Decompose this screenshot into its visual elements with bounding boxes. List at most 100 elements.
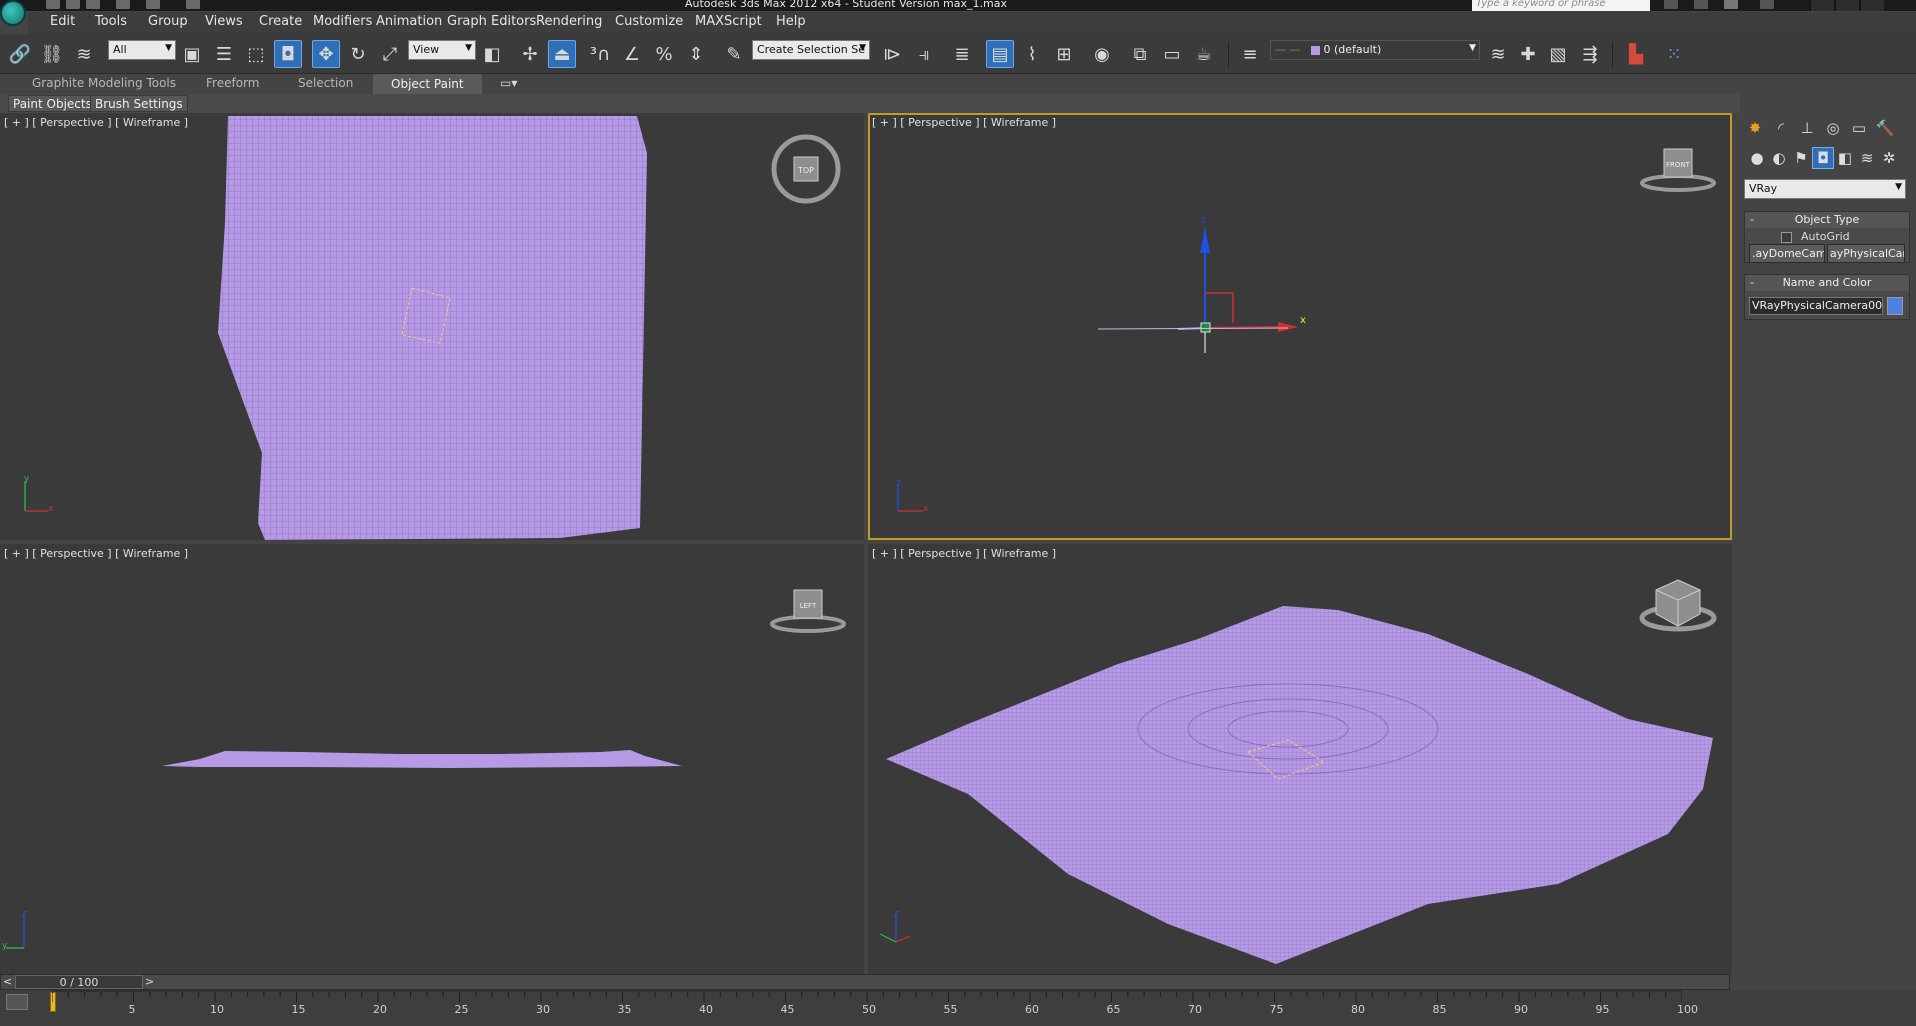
angle-snap-icon[interactable]: ∠ — [618, 40, 646, 68]
space-warps-icon[interactable]: ≋ — [1856, 147, 1878, 169]
create-layer-icon[interactable]: ✚ — [1514, 40, 1542, 68]
shapes-icon[interactable]: ◐ — [1768, 147, 1790, 169]
edit-named-selection-icon[interactable]: ✎ — [720, 40, 748, 68]
brush-settings-panel[interactable]: Brush Settings — [90, 95, 188, 112]
application-button-icon[interactable] — [0, 0, 26, 26]
percent-snap-icon[interactable]: % — [650, 40, 678, 68]
time-slider-prev-icon[interactable]: < — [3, 975, 12, 988]
new-file-icon[interactable] — [46, 0, 60, 9]
star-icon[interactable] — [1724, 0, 1738, 9]
window-crossing-icon[interactable]: ◘ — [274, 40, 302, 68]
viewport-top[interactable]: [ + ] [ Perspective ] [ Wireframe ] y x … — [0, 113, 864, 540]
helpers-icon[interactable]: ◧ — [1834, 147, 1856, 169]
selection-filter-dropdown[interactable]: All ▼ — [108, 40, 176, 60]
layer-dropdown[interactable]: — — 0 (default) ▼ — [1270, 40, 1480, 60]
menu-edit[interactable]: Edit — [50, 14, 75, 29]
set-current-layer-icon[interactable]: ⇶ — [1576, 40, 1604, 68]
viewcube-home-icon[interactable] — [1638, 574, 1718, 634]
select-by-name-icon[interactable]: ☰ — [210, 40, 238, 68]
systems-icon[interactable]: ✲ — [1878, 147, 1900, 169]
geometry-icon[interactable]: ● — [1746, 147, 1768, 169]
undo-icon[interactable] — [116, 0, 130, 9]
hierarchy-tab-icon[interactable]: ⊥ — [1796, 117, 1818, 139]
snaps-toggle-icon[interactable]: ³∩ — [586, 40, 614, 68]
rendered-frame-window-icon[interactable]: ▭ — [1158, 40, 1186, 68]
help-icon[interactable] — [1760, 0, 1774, 9]
communication-icon[interactable] — [1694, 0, 1708, 9]
align-icon[interactable]: ⫣ — [910, 40, 938, 68]
viewcube-left-icon[interactable]: LEFT — [768, 584, 848, 636]
binoculars-icon[interactable] — [1664, 0, 1678, 9]
vray-dome-camera-button[interactable]: .ayDomeCame — [1749, 244, 1825, 263]
time-slider[interactable]: < 0 / 100 > — [0, 974, 1730, 990]
material-editor-icon[interactable]: ◉ — [1088, 40, 1116, 68]
select-and-manipulate-icon[interactable]: ✢ — [516, 40, 544, 68]
track-bar[interactable]: 5 10 15 20 25 30 35 40 45 50 55 60 65 70 75 80 85 90 95 100 — [0, 990, 1916, 1026]
menu-maxscript[interactable]: MAXScript — [695, 14, 762, 29]
menu-graph-editors[interactable]: Graph Editors — [447, 14, 536, 29]
menu-animation[interactable]: Animation — [376, 14, 442, 29]
category-dropdown[interactable]: VRay ▼ — [1744, 179, 1906, 199]
named-selection-dropdown[interactable]: Create Selection Se ▼ — [752, 40, 870, 60]
unlink-icon[interactable]: ⛓ — [38, 40, 66, 68]
project-folder-icon[interactable] — [186, 0, 200, 9]
containers-icon[interactable]: ▙ — [1622, 40, 1650, 68]
ribbon-options-icon[interactable]: ▭▾ — [500, 76, 517, 90]
transform-gizmo[interactable]: z x z x — [868, 113, 1732, 540]
time-slider-next-icon[interactable]: > — [145, 975, 154, 988]
save-file-icon[interactable] — [86, 0, 100, 9]
graphite-toggle-icon[interactable]: ▤ — [986, 40, 1014, 68]
select-in-layer-icon[interactable]: ▧ — [1544, 40, 1572, 68]
open-file-icon[interactable] — [66, 0, 80, 9]
rectangular-selection-icon[interactable]: ⬚ — [242, 40, 270, 68]
time-slider-thumb[interactable]: 0 / 100 — [15, 975, 143, 989]
reference-coordinate-dropdown[interactable]: View ▼ — [408, 40, 476, 60]
object-type-header[interactable]: - Object Type — [1745, 212, 1909, 228]
menu-views[interactable]: Views — [205, 14, 243, 29]
layer-add-selection-icon[interactable]: ≋ — [1484, 40, 1512, 68]
modify-tab-icon[interactable]: ◜ — [1770, 117, 1792, 139]
menu-group[interactable]: Group — [148, 14, 188, 29]
curve-editor-icon[interactable]: ⌇ — [1018, 40, 1046, 68]
select-and-scale-icon[interactable]: ⤢ — [376, 40, 404, 68]
viewport-left[interactable]: [ + ] [ Perspective ] [ Wireframe ] z y … — [0, 544, 864, 974]
layer-manager-icon[interactable]: ≣ — [948, 40, 976, 68]
render-production-icon[interactable]: ☕ — [1190, 40, 1218, 68]
vray-physical-camera-button[interactable]: ayPhysicalCam — [1827, 244, 1905, 263]
minimize-button[interactable] — [1810, 0, 1834, 11]
paint-objects-panel[interactable]: Paint Objects — [8, 95, 97, 112]
menu-modifiers[interactable]: Modifiers — [313, 14, 372, 29]
lights-icon[interactable]: ⚑ — [1790, 147, 1812, 169]
utilities-tab-icon[interactable]: 🔨 — [1874, 117, 1896, 139]
schematic-view-icon[interactable]: ⊞ — [1050, 40, 1078, 68]
bind-space-warp-icon[interactable]: ≋ — [70, 40, 98, 68]
motion-tab-icon[interactable]: ◎ — [1822, 117, 1844, 139]
menu-help[interactable]: Help — [776, 14, 806, 29]
restore-button[interactable] — [1835, 0, 1859, 11]
object-name-field[interactable]: VRayPhysicalCamera001.1 — [1749, 297, 1883, 315]
viewport-perspective[interactable]: [ + ] [ Perspective ] [ Wireframe ] z — [868, 544, 1732, 974]
display-tab-icon[interactable]: ▭ — [1848, 117, 1870, 139]
select-and-move-icon[interactable]: ✥ — [312, 40, 340, 68]
mini-curve-editor-icon[interactable] — [6, 994, 28, 1010]
object-color-swatch[interactable] — [1887, 297, 1903, 315]
redo-icon[interactable] — [146, 0, 160, 9]
link-icon[interactable]: 🔗 — [6, 40, 34, 68]
menu-create[interactable]: Create — [259, 14, 302, 29]
autogrid-checkbox[interactable] — [1781, 232, 1792, 243]
close-button[interactable] — [1860, 0, 1884, 11]
search-input[interactable]: Type a keyword or phrase — [1472, 0, 1650, 11]
layers-icon[interactable]: ≡ — [1236, 40, 1264, 68]
mirror-icon[interactable]: ⧐ — [878, 40, 906, 68]
cameras-icon[interactable]: ◘ — [1812, 147, 1834, 169]
select-and-rotate-icon[interactable]: ↻ — [344, 40, 372, 68]
tab-object-paint[interactable]: Object Paint — [373, 74, 482, 94]
select-object-icon[interactable]: ▣ — [178, 40, 206, 68]
viewcube-front-icon[interactable]: FRONT — [1638, 143, 1718, 195]
spinner-snap-icon[interactable]: ⇕ — [682, 40, 710, 68]
menu-customize[interactable]: Customize — [615, 14, 683, 29]
keyboard-shortcut-override-icon[interactable]: ⏏ — [548, 40, 576, 68]
object-paint-icon[interactable]: ⁙ — [1660, 40, 1688, 68]
name-and-color-header[interactable]: - Name and Color — [1745, 275, 1909, 291]
viewport-front[interactable]: [ + ] [ Perspective ] [ Wireframe ] z x … — [868, 113, 1732, 540]
